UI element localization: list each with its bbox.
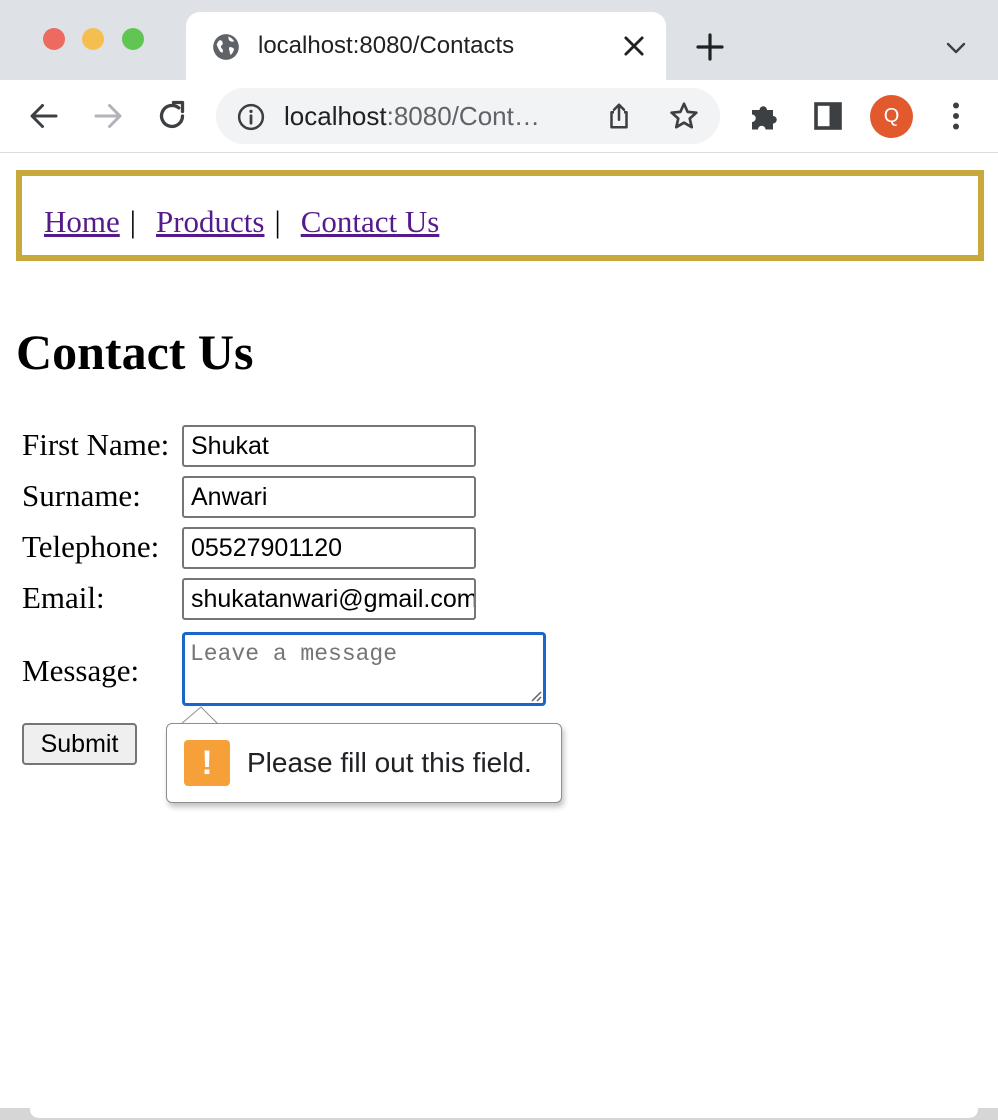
avatar[interactable]: Q: [870, 95, 913, 138]
more-vert-icon[interactable]: [938, 98, 974, 134]
message-label: Message:: [22, 653, 140, 688]
nav-links: Home | Products | Contact Us: [44, 204, 439, 240]
chevron-down-icon[interactable]: [944, 36, 968, 60]
url-host: localhost: [284, 101, 387, 131]
tab-strip: localhost:8080/Contacts: [0, 0, 998, 80]
sidebar-icon[interactable]: [810, 98, 846, 134]
reload-icon[interactable]: [154, 98, 190, 134]
email-input[interactable]: shukatanwari@gmail.com: [182, 578, 476, 620]
first-name-label: First Name:: [22, 427, 170, 462]
maximize-window-button[interactable]: [122, 28, 144, 50]
plus-icon[interactable]: [694, 31, 726, 63]
telephone-input[interactable]: 05527901120: [182, 527, 476, 569]
nav-bar: Home | Products | Contact Us: [16, 170, 984, 261]
globe-icon: [213, 34, 239, 60]
forward-arrow-icon[interactable]: [90, 98, 126, 134]
close-window-button[interactable]: [43, 28, 65, 50]
browser-tab[interactable]: localhost:8080/Contacts: [186, 12, 666, 80]
info-icon[interactable]: [236, 102, 266, 132]
nav-separator: |: [129, 204, 136, 239]
star-icon[interactable]: [668, 100, 700, 132]
minimize-window-button[interactable]: [82, 28, 104, 50]
browser-toolbar: localhost:8080/Cont… Q: [0, 80, 998, 153]
nav-link-contact-us[interactable]: Contact Us: [301, 204, 440, 239]
nav-separator: |: [274, 204, 281, 239]
window-bottom-edge: [0, 1108, 998, 1120]
message-textarea[interactable]: Leave a message: [182, 632, 546, 706]
page-content: Home | Products | Contact Us Contact Us Firs…: [0, 153, 998, 1120]
message-placeholder: Leave a message: [190, 641, 398, 667]
nav-link-home[interactable]: Home: [44, 204, 120, 239]
warning-icon: !: [184, 740, 230, 786]
resize-handle-icon[interactable]: [528, 688, 542, 702]
validation-message: Please fill out this field.: [247, 747, 532, 778]
tab-title: localhost:8080/Contacts: [258, 32, 515, 59]
back-arrow-icon[interactable]: [26, 98, 62, 134]
nav-link-products[interactable]: Products: [156, 204, 265, 239]
surname-label: Surname:: [22, 478, 141, 513]
validation-tooltip: ! Please fill out this field.: [166, 723, 562, 803]
share-icon[interactable]: [604, 100, 634, 132]
surname-input[interactable]: Anwari: [182, 476, 476, 518]
url-text: localhost:8080/Cont…: [284, 101, 540, 132]
submit-button[interactable]: Submit: [22, 723, 137, 765]
first-name-input[interactable]: Shukat: [182, 425, 476, 467]
puzzle-icon[interactable]: [746, 98, 782, 134]
page-title: Contact Us: [16, 324, 254, 380]
address-bar[interactable]: localhost:8080/Cont…: [216, 88, 720, 144]
close-icon[interactable]: [620, 32, 648, 60]
email-label: Email:: [22, 580, 105, 615]
url-path: :8080/Cont…: [386, 101, 540, 131]
telephone-label: Telephone:: [22, 529, 160, 564]
